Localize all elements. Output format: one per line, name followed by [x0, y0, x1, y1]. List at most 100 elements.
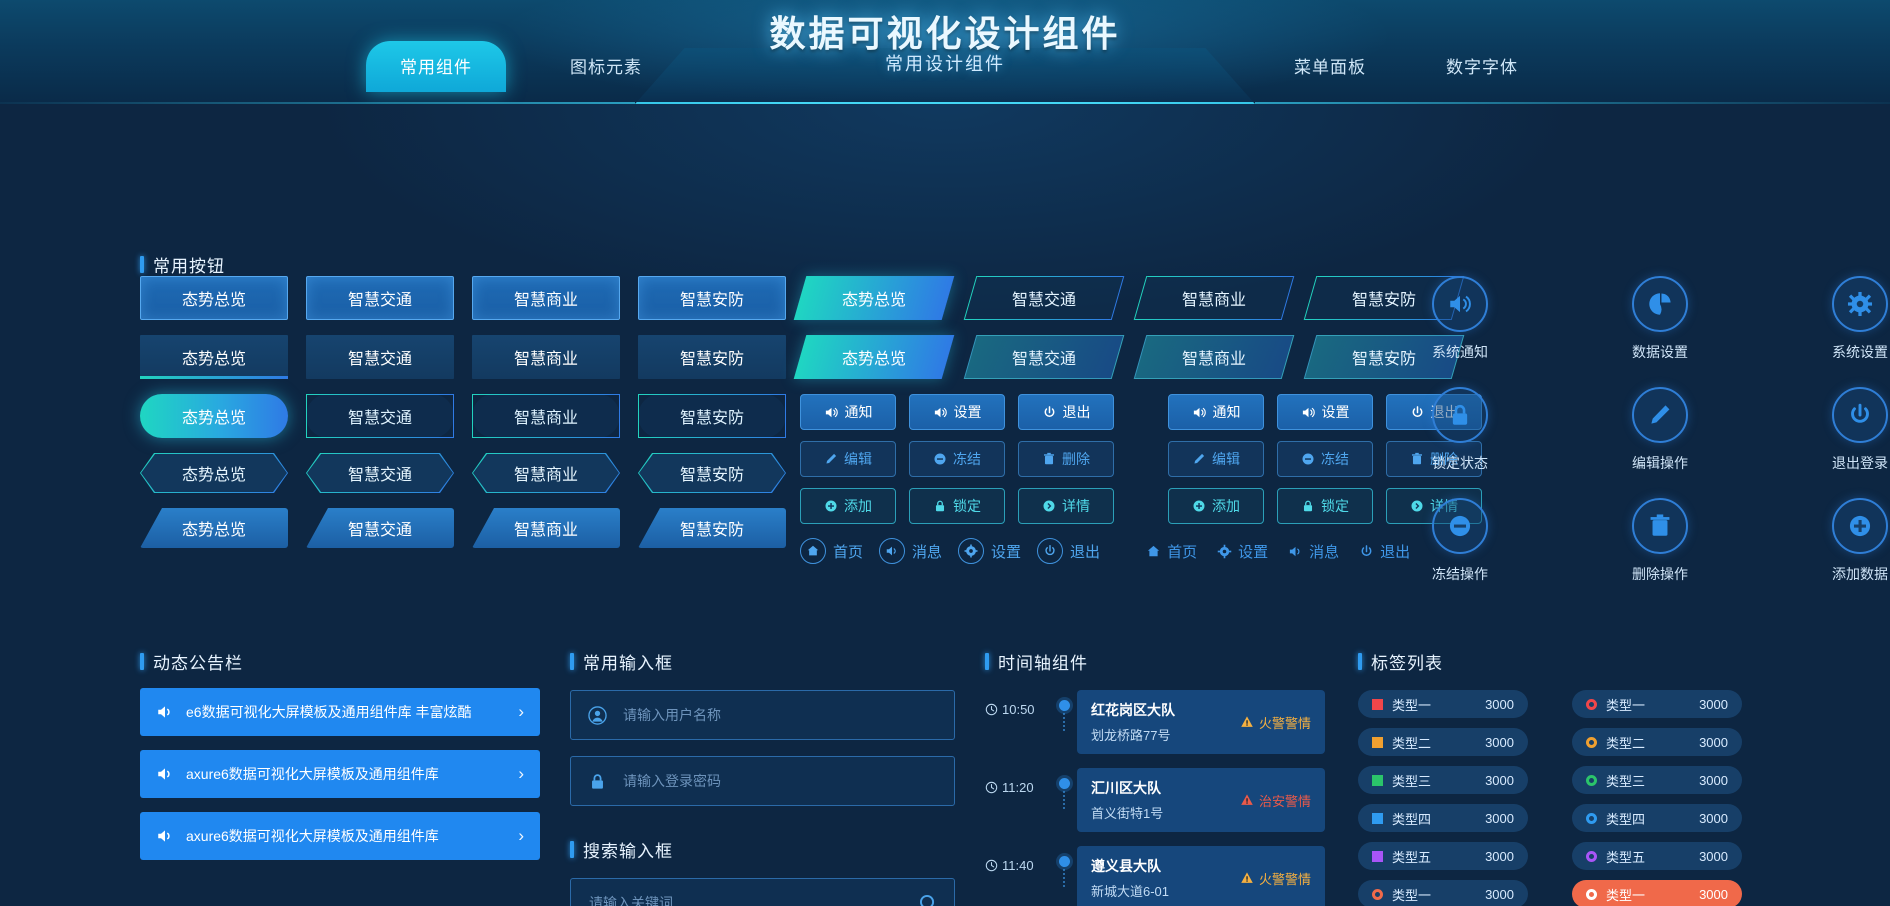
timeline-card[interactable]: 红花岗区大队 划龙桥路77号 火警警情 [1077, 690, 1325, 754]
circle-lock-state[interactable]: 锁定状态 [1410, 387, 1510, 473]
add-button[interactable]: 添加 [800, 488, 896, 524]
exit-button-solid[interactable]: 退出 [1018, 394, 1114, 430]
timeline-card[interactable]: 遵义县大队 新城大道6-01 火警警情 [1077, 846, 1325, 906]
speaker-icon [879, 538, 906, 564]
gear-icon [1217, 544, 1232, 558]
notice-item-1[interactable]: e6数据可视化大屏模板及通用组件库 丰富炫酷 › [140, 688, 540, 736]
button-traffic-a[interactable]: 智慧交通 [306, 276, 454, 320]
button-traffic-b[interactable]: 智慧交通 [306, 335, 454, 379]
tag-row[interactable]: 类型三 3000 [1358, 766, 1528, 794]
circle-add-data[interactable]: 添加数据 [1810, 498, 1890, 584]
circle-freeze-op[interactable]: 冻结操作 [1410, 498, 1510, 584]
add-button-2[interactable]: 添加 [1168, 488, 1264, 524]
button-traffic-d[interactable]: 智慧交通 [306, 453, 454, 493]
notify-button-solid-2[interactable]: 通知 [1168, 394, 1264, 430]
circle-system-notify[interactable]: 系统通知 [1410, 276, 1510, 362]
par2-traffic[interactable]: 智慧交通 [963, 335, 1125, 379]
tag-row[interactable]: 类型五 3000 [1358, 842, 1528, 870]
circle-logout[interactable]: 退出登录 [1810, 387, 1890, 473]
nav-settings-plain[interactable]: 设置 [1217, 541, 1268, 562]
gear-icon[interactable] [1832, 276, 1888, 332]
circle-system-settings[interactable]: 系统设置 [1810, 276, 1890, 362]
button-security-a[interactable]: 智慧安防 [638, 276, 786, 320]
tag-row[interactable]: 类型一 3000 [1572, 690, 1742, 718]
delete-button[interactable]: 删除 [1018, 441, 1114, 477]
tab-icon-elements[interactable]: 图标元素 [540, 41, 672, 90]
minus-circle-icon[interactable] [1432, 498, 1488, 554]
circle-edit-op[interactable]: 编辑操作 [1610, 387, 1710, 473]
search-input-1[interactable] [571, 895, 902, 906]
button-overview-c[interactable]: 态势总览 [140, 394, 288, 438]
search-icon[interactable] [902, 893, 954, 906]
par2-overview-selected[interactable]: 态势总览 [793, 335, 955, 379]
lock-button[interactable]: 锁定 [909, 488, 1005, 524]
notice-item-2[interactable]: axure6数据可视化大屏模板及通用组件库 › [140, 750, 540, 798]
pencil-icon[interactable] [1632, 387, 1688, 443]
timeline-row[interactable]: 11:40 遵义县大队 新城大道6-01 火警警情 [985, 846, 1325, 906]
nav-home-plain[interactable]: 首页 [1146, 541, 1197, 562]
button-overview-a[interactable]: 态势总览 [140, 276, 288, 320]
tag-row[interactable]: 类型一 3000 [1572, 880, 1742, 906]
tag-row[interactable]: 类型一 3000 [1358, 690, 1528, 718]
button-traffic-e[interactable]: 智慧交通 [306, 508, 454, 548]
button-overview-b[interactable]: 态势总览 [140, 335, 288, 379]
settings-button-solid[interactable]: 设置 [909, 394, 1005, 430]
speaker-icon[interactable] [1432, 276, 1488, 332]
tab-number-font[interactable]: 数字字体 [1416, 41, 1548, 90]
nav-home-circled[interactable]: 首页 [800, 538, 863, 564]
par-business[interactable]: 智慧商业 [1133, 276, 1295, 320]
tag-row[interactable]: 类型二 3000 [1572, 728, 1742, 756]
tag-row[interactable]: 类型一 3000 [1358, 880, 1528, 906]
nav-message-circled[interactable]: 消息 [879, 538, 942, 564]
settings-button-solid-2[interactable]: 设置 [1277, 394, 1373, 430]
nav-settings-circled[interactable]: 设置 [958, 538, 1021, 564]
timeline-card[interactable]: 汇川区大队 首义街特1号 治安警情 [1077, 768, 1325, 832]
button-traffic-c[interactable]: 智慧交通 [306, 394, 454, 438]
button-business-b[interactable]: 智慧商业 [472, 335, 620, 379]
button-security-c[interactable]: 智慧安防 [638, 394, 786, 438]
button-security-e[interactable]: 智慧安防 [638, 508, 786, 548]
power-icon[interactable] [1832, 387, 1888, 443]
button-overview-e[interactable]: 态势总览 [140, 508, 288, 548]
circle-delete-op[interactable]: 删除操作 [1610, 498, 1710, 584]
pie-chart-icon[interactable] [1632, 276, 1688, 332]
button-business-e[interactable]: 智慧商业 [472, 508, 620, 548]
button-security-d[interactable]: 智慧安防 [638, 453, 786, 493]
nav-message-plain[interactable]: 消息 [1288, 541, 1339, 562]
button-business-c[interactable]: 智慧商业 [472, 394, 620, 438]
freeze-button-2[interactable]: 冻结 [1277, 441, 1373, 477]
nav-exit-circled[interactable]: 退出 [1037, 538, 1100, 564]
par2-business[interactable]: 智慧商业 [1133, 335, 1295, 379]
speaker-icon [1289, 546, 1300, 556]
detail-button[interactable]: 详情 [1018, 488, 1114, 524]
timeline-row[interactable]: 10:50 红花岗区大队 划龙桥路77号 火警警情 [985, 690, 1325, 754]
lock-icon[interactable] [1432, 387, 1488, 443]
trash-icon[interactable] [1632, 498, 1688, 554]
button-overview-d[interactable]: 态势总览 [140, 453, 288, 493]
password-input[interactable] [623, 773, 954, 789]
notice-item-3[interactable]: axure6数据可视化大屏模板及通用组件库 › [140, 812, 540, 860]
freeze-button[interactable]: 冻结 [909, 441, 1005, 477]
edit-button[interactable]: 编辑 [800, 441, 896, 477]
lock-button-2[interactable]: 锁定 [1277, 488, 1373, 524]
timeline-row[interactable]: 11:20 汇川区大队 首义街特1号 治安警情 [985, 768, 1325, 832]
par-traffic[interactable]: 智慧交通 [963, 276, 1125, 320]
tag-row[interactable]: 类型四 3000 [1572, 804, 1742, 832]
tag-row[interactable]: 类型五 3000 [1572, 842, 1742, 870]
tag-row[interactable]: 类型四 3000 [1358, 804, 1528, 832]
tag-row[interactable]: 类型二 3000 [1358, 728, 1528, 756]
plus-circle-icon[interactable] [1832, 498, 1888, 554]
edit-button-2[interactable]: 编辑 [1168, 441, 1264, 477]
button-business-a[interactable]: 智慧商业 [472, 276, 620, 320]
button-security-b[interactable]: 智慧安防 [638, 335, 786, 379]
nav-exit-plain[interactable]: 退出 [1359, 541, 1410, 562]
parallelogram-row-filled: 态势总览 智慧交通 智慧商业 智慧安防 [793, 335, 1482, 379]
tag-row[interactable]: 类型三 3000 [1572, 766, 1742, 794]
notify-button-solid[interactable]: 通知 [800, 394, 896, 430]
username-input[interactable] [623, 707, 954, 723]
circle-data-settings[interactable]: 数据设置 [1610, 276, 1710, 362]
tab-common-components[interactable]: 常用组件 [366, 41, 506, 92]
par-overview-selected[interactable]: 态势总览 [793, 276, 955, 320]
button-business-d[interactable]: 智慧商业 [472, 453, 620, 493]
tab-menu-panel[interactable]: 菜单面板 [1264, 41, 1396, 90]
